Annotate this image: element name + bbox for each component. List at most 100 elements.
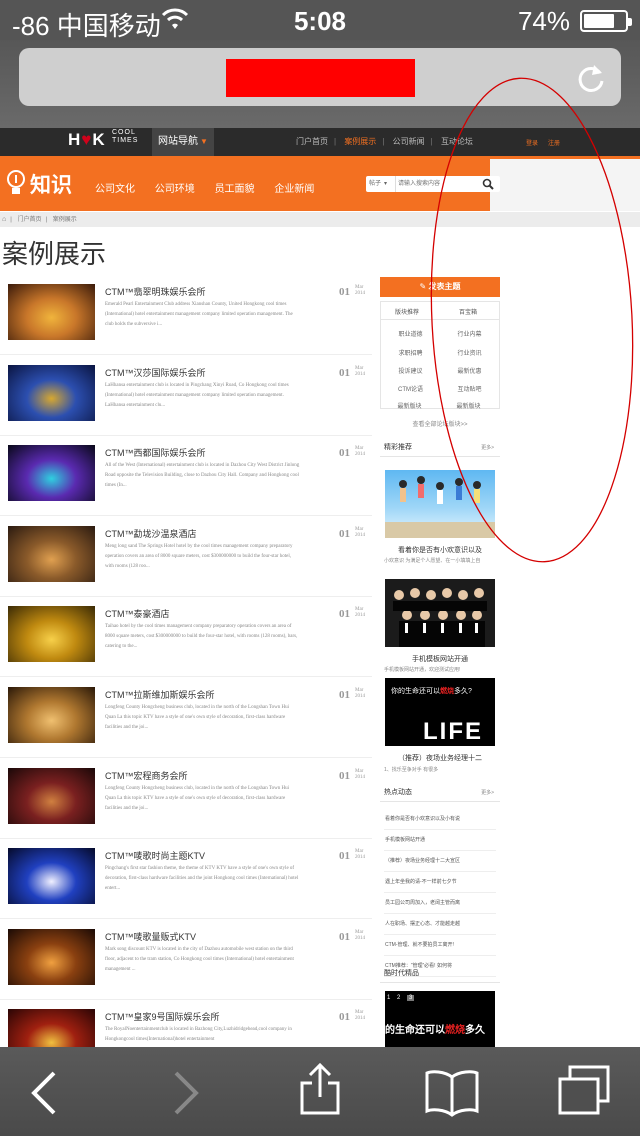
case-list-item[interactable]: CTM™西都国际娱乐会所 All of the West (Internation… — [0, 435, 372, 517]
forum-cell[interactable]: 行业内幕 — [440, 329, 499, 338]
featured-caption[interactable]: 手机模板网站开通 — [380, 654, 500, 664]
top-link-home[interactable]: 门户首页 — [296, 137, 328, 146]
case-thumbnail[interactable] — [8, 687, 95, 743]
hot-news-item[interactable]: 看着你是否有小欢意识以及小有说 — [385, 815, 497, 822]
search-input[interactable] — [398, 177, 474, 191]
featured-image-jump[interactable] — [385, 470, 495, 538]
case-title[interactable]: CTM™宏程商务会所 — [105, 769, 188, 782]
forum-cell[interactable]: 最新优惠 — [440, 366, 499, 375]
featured-more-link[interactable]: 更多> — [481, 439, 494, 457]
era-page-1[interactable]: 1 — [387, 995, 390, 1001]
case-thumbnail[interactable] — [8, 284, 95, 340]
category-news[interactable]: 企业新闻 — [274, 184, 314, 195]
hot-news-divider — [384, 871, 496, 872]
case-title[interactable]: CTM™泰豪酒店 — [105, 607, 170, 620]
featured-header: 精彩推荐 更多> — [380, 439, 500, 457]
case-list-item[interactable]: CTM™泰豪酒店 Taihao hotel by the cool times m… — [0, 596, 372, 678]
case-list-item[interactable]: CTM™唛歌量贩式KTV Mark song discount KTV is lo… — [0, 919, 372, 1000]
case-list-item[interactable]: CTM™唛歌时尚主题KTV Pingchang's first star fash… — [0, 838, 372, 920]
register-link[interactable]: 注册 — [548, 141, 560, 147]
search-type-select[interactable]: 帖子 — [366, 176, 396, 192]
case-title[interactable]: CTM™拉斯维加斯娱乐会所 — [105, 688, 215, 701]
tabs-icon[interactable] — [556, 1065, 612, 1117]
login-link[interactable]: 登录 — [526, 141, 538, 147]
hot-news-item[interactable]: 员工园公司周加入，老阔主管而离 — [385, 899, 497, 906]
team-photo — [393, 588, 487, 647]
case-list-item[interactable]: CTM™勐垅沙温泉酒店 Meng long sand The Springs Ho… — [0, 516, 372, 597]
forward-icon[interactable] — [172, 1071, 200, 1115]
case-thumbnail[interactable] — [8, 848, 95, 905]
case-title[interactable]: CTM™勐垅沙温泉酒店 — [105, 527, 197, 540]
featured-caption[interactable]: 看着你是否有小欢意识以及 — [380, 545, 500, 555]
bookmarks-icon[interactable] — [424, 1067, 480, 1117]
case-list-item[interactable]: CTM™翡翠明珠娱乐会所 Emerald Pearl Entertainment … — [0, 274, 372, 355]
case-title[interactable]: CTM™唛歌量贩式KTV — [105, 930, 196, 943]
back-icon[interactable] — [30, 1071, 58, 1115]
tab-board-recommend[interactable]: 版块推荐 — [395, 307, 419, 316]
featured-title: 精彩推荐 — [384, 444, 412, 451]
case-list-item[interactable]: CTM™拉斯维加斯娱乐会所 Longfeng County Hongcheng b… — [0, 677, 372, 758]
era-banner[interactable]: 1 2 3 的生命还可以燃烧多久 — [385, 991, 495, 1049]
forum-cell[interactable]: 行业资讯 — [440, 348, 499, 357]
view-all-boards-link[interactable]: 查看全部论坛版块>> — [380, 419, 500, 428]
case-date-month: Mar 2014 — [355, 446, 365, 458]
home-icon[interactable]: ⌂ — [2, 216, 6, 223]
forum-cell[interactable]: 互动贴吧 — [440, 384, 499, 393]
forum-cell[interactable]: 最新版块 — [439, 401, 498, 410]
case-thumbnail[interactable] — [8, 606, 95, 663]
featured-image-team[interactable] — [385, 579, 495, 647]
forum-cell[interactable]: 最新版块 — [380, 401, 439, 410]
case-thumbnail[interactable] — [8, 928, 95, 985]
browser-address-bar — [0, 40, 640, 128]
hot-news-item[interactable]: CTM-管理、就不要拍员工离开! — [385, 941, 497, 948]
case-title[interactable]: CTM™汉莎国际娱乐会所 — [105, 366, 206, 379]
hot-news-item[interactable]: 遇上年坐我的请-不一样前七夕节 — [385, 878, 497, 885]
case-thumbnail[interactable] — [8, 525, 95, 582]
case-title[interactable]: CTM™翡翠明珠娱乐会所 — [105, 285, 206, 298]
category-staff[interactable]: 员工面貌 — [215, 184, 255, 195]
forum-cell[interactable]: CTM论语 — [381, 384, 440, 393]
case-thumbnail[interactable] — [8, 364, 95, 421]
case-title[interactable]: CTM™西都国际娱乐会所 — [105, 446, 206, 459]
top-link-news[interactable]: 公司新闻 — [393, 137, 425, 146]
hot-news-divider — [384, 913, 496, 914]
case-date-month: Mar 2014 — [355, 768, 365, 780]
era-page-2[interactable]: 2 — [397, 995, 400, 1001]
era-header: 酷时代精品 — [380, 965, 500, 983]
case-list-item[interactable]: CTM™宏程商务会所 Longfeng County Hongcheng busi… — [0, 758, 372, 839]
breadcrumb-home[interactable]: 门户首页 — [17, 217, 41, 223]
case-title[interactable]: CTM™皇家9号国际娱乐会所 — [105, 1010, 220, 1023]
category-culture[interactable]: 公司文化 — [95, 184, 135, 195]
featured-subtext: 1、找乐至争对手 有很多 — [384, 767, 439, 773]
featured-caption[interactable]: （推荐）夜场业务经理十二 — [380, 753, 500, 763]
case-thumbnail[interactable] — [8, 767, 95, 824]
share-icon[interactable] — [298, 1063, 342, 1117]
case-date-month: Mar 2014 — [355, 285, 365, 296]
top-link-cases[interactable]: 案例展示 — [344, 137, 376, 146]
hot-news-more-link[interactable]: 更多> — [481, 784, 494, 802]
post-topic-button[interactable]: ✎ 发表主题 — [380, 277, 500, 297]
forum-cell[interactable]: 投诉建议 — [381, 366, 440, 375]
forum-cell[interactable]: 求职招聘 — [381, 348, 440, 357]
site-logo[interactable]: H♥K COOL TIMES — [68, 129, 137, 150]
featured-image-life[interactable]: 你的生命还可以燃烧多久? LIFE — [385, 678, 495, 746]
search-icon[interactable] — [482, 178, 494, 190]
category-environment[interactable]: 公司环境 — [155, 184, 195, 195]
hot-news-divider — [384, 934, 496, 935]
category-links: 公司文化 公司环境 员工面貌 企业新闻 — [95, 180, 331, 195]
case-thumbnail[interactable] — [8, 445, 95, 502]
top-link-forum[interactable]: 互动论坛 — [441, 137, 473, 146]
section-brand: 知识 — [30, 174, 72, 197]
era-page-3[interactable]: 3 — [407, 995, 415, 1001]
hot-news-item[interactable]: 人在职场、摆正心态、才能越走越 — [385, 920, 497, 927]
reload-icon[interactable] — [574, 61, 608, 95]
case-title[interactable]: CTM™唛歌时尚主题KTV — [105, 849, 205, 862]
hot-news-item[interactable]: （推荐）夜场业务经理十二大宣区 — [385, 857, 497, 864]
site-nav-menu[interactable]: 网站导航 ▼ — [152, 128, 214, 156]
hot-news-item[interactable]: 手机模板网站开通 — [385, 836, 497, 843]
case-list-item[interactable]: CTM™汉莎国际娱乐会所 LaHhansa entertainment club … — [0, 355, 372, 436]
tab-treasure-box[interactable]: 百宝箱 — [459, 307, 477, 316]
forum-cell[interactable]: 职业道德 — [381, 329, 440, 338]
page-title: 案例展示 — [2, 239, 107, 269]
forum-tabs: 版块推荐 百宝箱 — [381, 302, 499, 320]
